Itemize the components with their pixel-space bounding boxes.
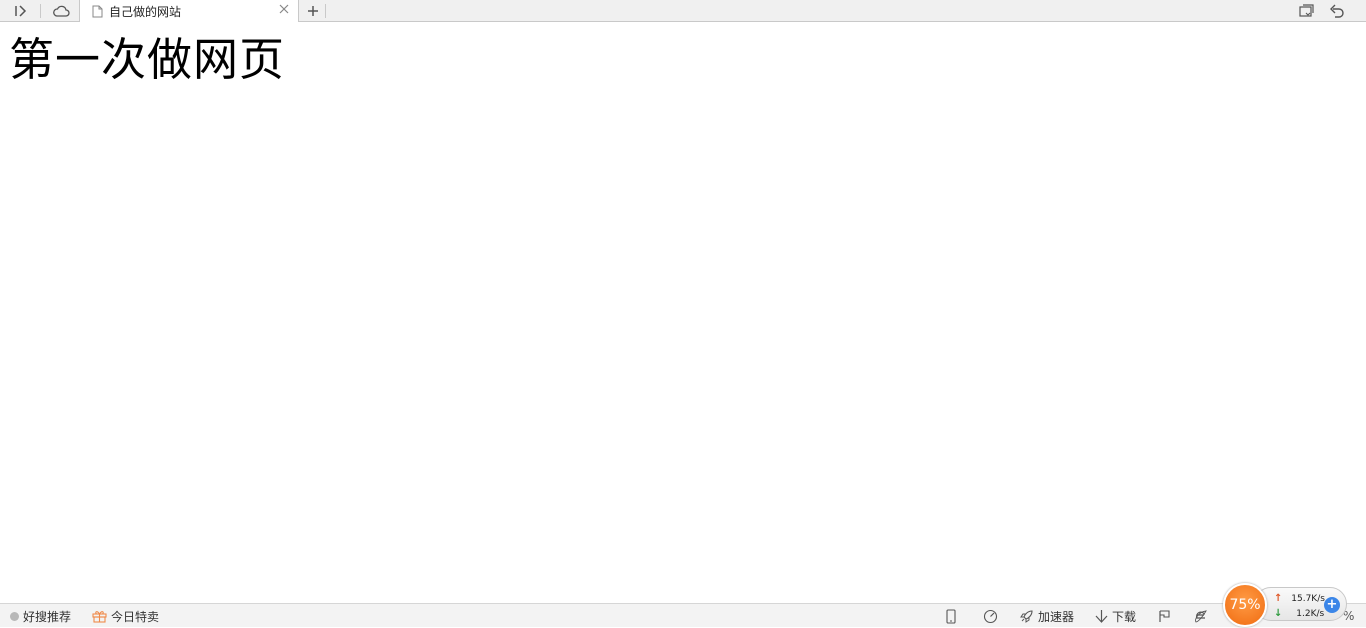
page-heading: 第一次做网页 (9, 33, 286, 86)
plus-circle-icon: + (1326, 597, 1338, 612)
gift-icon (92, 611, 107, 623)
download-speed-arrow-icon: ↓ (1274, 608, 1283, 619)
tab-close-button[interactable] (279, 3, 289, 18)
sidebar-toggle-button[interactable] (10, 0, 32, 21)
upload-speed-row: ↑ 15.7K/s (1274, 593, 1325, 604)
undo-icon (1330, 4, 1344, 18)
upload-arrow-icon: ↑ (1274, 593, 1283, 604)
close-icon (279, 4, 289, 14)
memory-usage-circle[interactable]: 75% (1223, 583, 1267, 627)
cloud-sync-button[interactable] (50, 0, 72, 21)
deals-button[interactable]: 今日特卖 (92, 604, 159, 628)
network-speed-widget[interactable]: 75% ↑ 15.7K/s ↓ 1.2K/s + (1220, 580, 1350, 627)
tab-title: 自己做的网站 (109, 5, 182, 19)
memory-usage-percent: 75% (1229, 597, 1261, 613)
upload-speed: 15.7K/s (1291, 594, 1325, 604)
mobile-phone-icon (946, 608, 956, 624)
new-tab-button[interactable] (302, 0, 324, 21)
tab-active[interactable]: 自己做的网站 (79, 0, 299, 23)
download-arrow-icon (1095, 610, 1108, 623)
window-list-icon (1299, 3, 1314, 17)
download-label: 下载 (1112, 609, 1137, 624)
cloud-icon (52, 5, 70, 17)
feedback-button[interactable] (1158, 604, 1171, 628)
toolbar-separator (325, 4, 326, 18)
toolbar-separator (40, 4, 41, 18)
accelerator-button[interactable]: 加速器 (1019, 604, 1074, 628)
deals-label: 今日特卖 (111, 609, 160, 624)
mobile-button[interactable] (946, 604, 956, 628)
page-content: 第一次做网页 (0, 22, 1366, 603)
recommend-button[interactable]: 好搜推荐 (10, 604, 71, 628)
flag-icon (1159, 610, 1170, 622)
rocket-icon (1020, 609, 1033, 623)
recommend-label: 好搜推荐 (23, 609, 72, 624)
plus-icon (308, 5, 318, 16)
status-dot-icon (10, 611, 19, 621)
tab-bar: 自己做的网站 (0, 0, 1366, 23)
download-speed: 1.2K/s (1296, 609, 1325, 619)
ie-mode-button[interactable] (1193, 604, 1208, 628)
undo-close-tab-button[interactable] (1326, 0, 1348, 21)
speed-dial-button[interactable] (983, 604, 998, 628)
download-button[interactable]: 下载 (1095, 604, 1136, 628)
status-bar: 好搜推荐 今日特卖 加速器 下载 % (0, 603, 1366, 627)
accelerator-label: 加速器 (1038, 609, 1075, 624)
download-speed-row: ↓ 1.2K/s (1274, 608, 1324, 619)
gauge-icon (983, 609, 998, 623)
ie-icon (1195, 609, 1207, 622)
speed-plus-button[interactable]: + (1324, 597, 1340, 613)
page-icon (92, 5, 103, 18)
tab-list-button[interactable] (1296, 0, 1318, 21)
sidebar-toggle-icon (15, 4, 27, 17)
